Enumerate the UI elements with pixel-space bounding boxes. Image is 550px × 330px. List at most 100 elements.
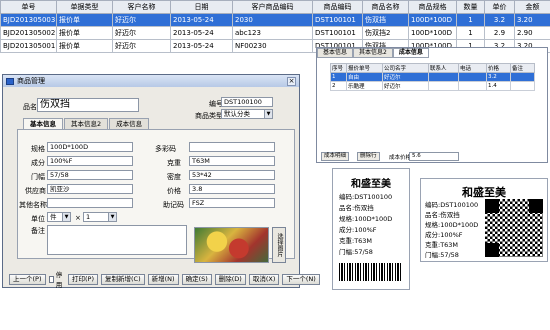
col-header[interactable]: 单据类型 — [56, 0, 113, 14]
col-header[interactable]: 报价单号 — [346, 63, 383, 73]
cell: 2.90 — [514, 26, 550, 40]
cell: 2030 — [232, 13, 313, 27]
spec-label: 规格 — [31, 145, 45, 153]
barcode — [339, 263, 403, 281]
price-label: 价格 — [167, 187, 181, 195]
cost-detail-button[interactable]: 成本明细 — [321, 152, 350, 161]
cell: 2013-05-24 — [170, 26, 233, 40]
cell: 3.2 — [486, 72, 511, 82]
copy-new-button[interactable]: 复制新增(C) — [101, 273, 145, 285]
supplier-field[interactable]: 凯亚沙 — [47, 184, 133, 194]
cell: 1 — [456, 13, 485, 27]
disable-checkbox[interactable] — [48, 275, 54, 283]
alias-field[interactable] — [47, 198, 133, 208]
unit-select[interactable]: 件 ▼ — [47, 212, 71, 222]
dialog-tabs: 基本信息 其本信息2 成本信息 — [23, 118, 150, 129]
price-field[interactable]: 3.8 — [189, 184, 275, 194]
tab-cost[interactable]: 成本信息 — [109, 118, 150, 129]
cell: BJD201305001 — [0, 39, 57, 53]
col-header[interactable]: 序号 — [330, 63, 347, 73]
note-textarea[interactable] — [47, 225, 187, 255]
tab-basic-2[interactable]: 其本信息2 — [64, 118, 109, 129]
col-header[interactable]: 商品规格 — [408, 0, 457, 14]
chevron-down-icon: ▼ — [264, 110, 272, 118]
cell: BJD201305002 — [0, 26, 57, 40]
cancel-button[interactable]: 取消(X) — [248, 273, 280, 285]
ok-button[interactable]: 确定(S) — [181, 273, 212, 285]
cost-price-label: 成本价格 — [389, 155, 412, 161]
close-icon[interactable]: × — [287, 76, 296, 86]
cell: 好迈尔 — [112, 26, 171, 40]
cell: 好迈尔 — [112, 39, 171, 53]
name-field[interactable]: 伤双挡 — [37, 98, 139, 112]
sub-tab-basic-2[interactable]: 其本信息2 — [353, 48, 393, 58]
tab-basic[interactable]: 基本信息 — [23, 118, 63, 129]
mnemonic-label: 助记码 — [163, 201, 184, 209]
cell: 3.20 — [514, 13, 550, 27]
delete-button[interactable]: 删除(D) — [214, 273, 246, 285]
cost-table: 序号 报价单号 公司名字 联系人 电话 价格 备注 1 自由 好迈尔 3.2 2… — [330, 63, 535, 91]
table-row[interactable]: BJD201305003 报价单 好迈尔 2013-05-24 2030 DST… — [0, 13, 550, 27]
col-header[interactable]: 备注 — [510, 63, 535, 73]
composition-field[interactable]: 100%F — [47, 156, 133, 166]
cell — [510, 72, 535, 82]
label-line: 克重:T63M — [425, 241, 459, 249]
cell: abc123 — [232, 26, 313, 40]
col-header[interactable]: 单价 — [484, 0, 515, 14]
density-field[interactable]: 53*42 — [189, 170, 275, 180]
cell — [510, 81, 535, 91]
delete-row-button[interactable]: 删除行 — [357, 152, 380, 161]
width-field[interactable]: 57/58 — [47, 170, 133, 180]
extra-code-field[interactable] — [189, 142, 275, 152]
cell: 好迈尔 — [382, 72, 429, 82]
col-header[interactable]: 数量 — [456, 0, 485, 14]
weight-field[interactable]: T63M — [189, 156, 275, 166]
code-field[interactable]: DST100100 — [221, 97, 273, 107]
mnemonic-field[interactable]: FSZ — [189, 198, 275, 208]
cell — [458, 72, 487, 82]
category-select[interactable]: 默认分类 ▼ — [221, 109, 273, 119]
col-header[interactable]: 电话 — [458, 63, 487, 73]
cell: 报价单 — [56, 13, 113, 27]
col-header[interactable]: 商品编码 — [312, 0, 363, 14]
table-row[interactable]: 1 自由 好迈尔 3.2 — [330, 72, 535, 82]
sub-tab-cost[interactable]: 成本信息 — [392, 48, 429, 58]
col-header[interactable]: 单号 — [0, 0, 57, 14]
next-button[interactable]: 下一个(N) — [282, 273, 320, 285]
col-header[interactable]: 客户商品编码 — [232, 0, 313, 14]
printed-label-small: 和盛至美 编码:DST100100 品名:伤双挡 规格:100D*100D 成分… — [332, 168, 410, 290]
label-line: 成分:100%F — [339, 226, 377, 234]
unit-value: 件 — [50, 213, 57, 221]
new-button[interactable]: 新增(N) — [147, 273, 179, 285]
pick-image-button[interactable]: 选择图片 — [272, 227, 286, 263]
table-row[interactable]: 2 乐酷理 好迈尔 1.4 — [330, 81, 535, 91]
col-header[interactable]: 价格 — [486, 63, 511, 73]
col-header[interactable]: 金额 — [514, 0, 550, 14]
product-dialog: 商品管理 × 品名 伤双挡 编号 DST100100 商品类型 默认分类 ▼ 基… — [2, 74, 320, 289]
prev-button[interactable]: 上一个(P) — [9, 273, 46, 285]
col-header[interactable]: 公司名字 — [382, 63, 429, 73]
cell: 乐酷理 — [346, 81, 383, 91]
col-header[interactable]: 日期 — [170, 0, 233, 14]
cell: DST100101 — [312, 13, 363, 27]
cost-footer: 成本明细 删除行 成本价格 5.6 — [317, 152, 547, 162]
unit-qty-select[interactable]: 1 ▼ — [83, 212, 117, 222]
cell: 报价单 — [56, 39, 113, 53]
col-header[interactable]: 商品名称 — [362, 0, 409, 14]
table-row[interactable]: BJD201305002 报价单 好迈尔 2013-05-24 abc123 D… — [0, 26, 550, 40]
cell: 1 — [330, 72, 347, 82]
unit-qty-value: 1 — [86, 213, 91, 221]
cell: NF00230 — [232, 39, 313, 53]
cell: 100D*100D — [408, 26, 457, 40]
dialog-titlebar[interactable]: 商品管理 × — [3, 75, 299, 87]
cell: 伤双挡 — [362, 13, 409, 27]
print-button[interactable]: 打印(P) — [68, 273, 98, 285]
col-header[interactable]: 联系人 — [428, 63, 459, 73]
cost-price-field[interactable]: 5.6 — [409, 152, 459, 161]
disable-label: 停用 — [55, 271, 63, 289]
cell: 100D*100D — [408, 13, 457, 27]
col-header[interactable]: 客户名称 — [112, 0, 171, 14]
spec-field[interactable]: 100D*100D — [47, 142, 133, 152]
cell: 1 — [456, 26, 485, 40]
sub-tab-basic[interactable]: 基本信息 — [317, 48, 354, 58]
